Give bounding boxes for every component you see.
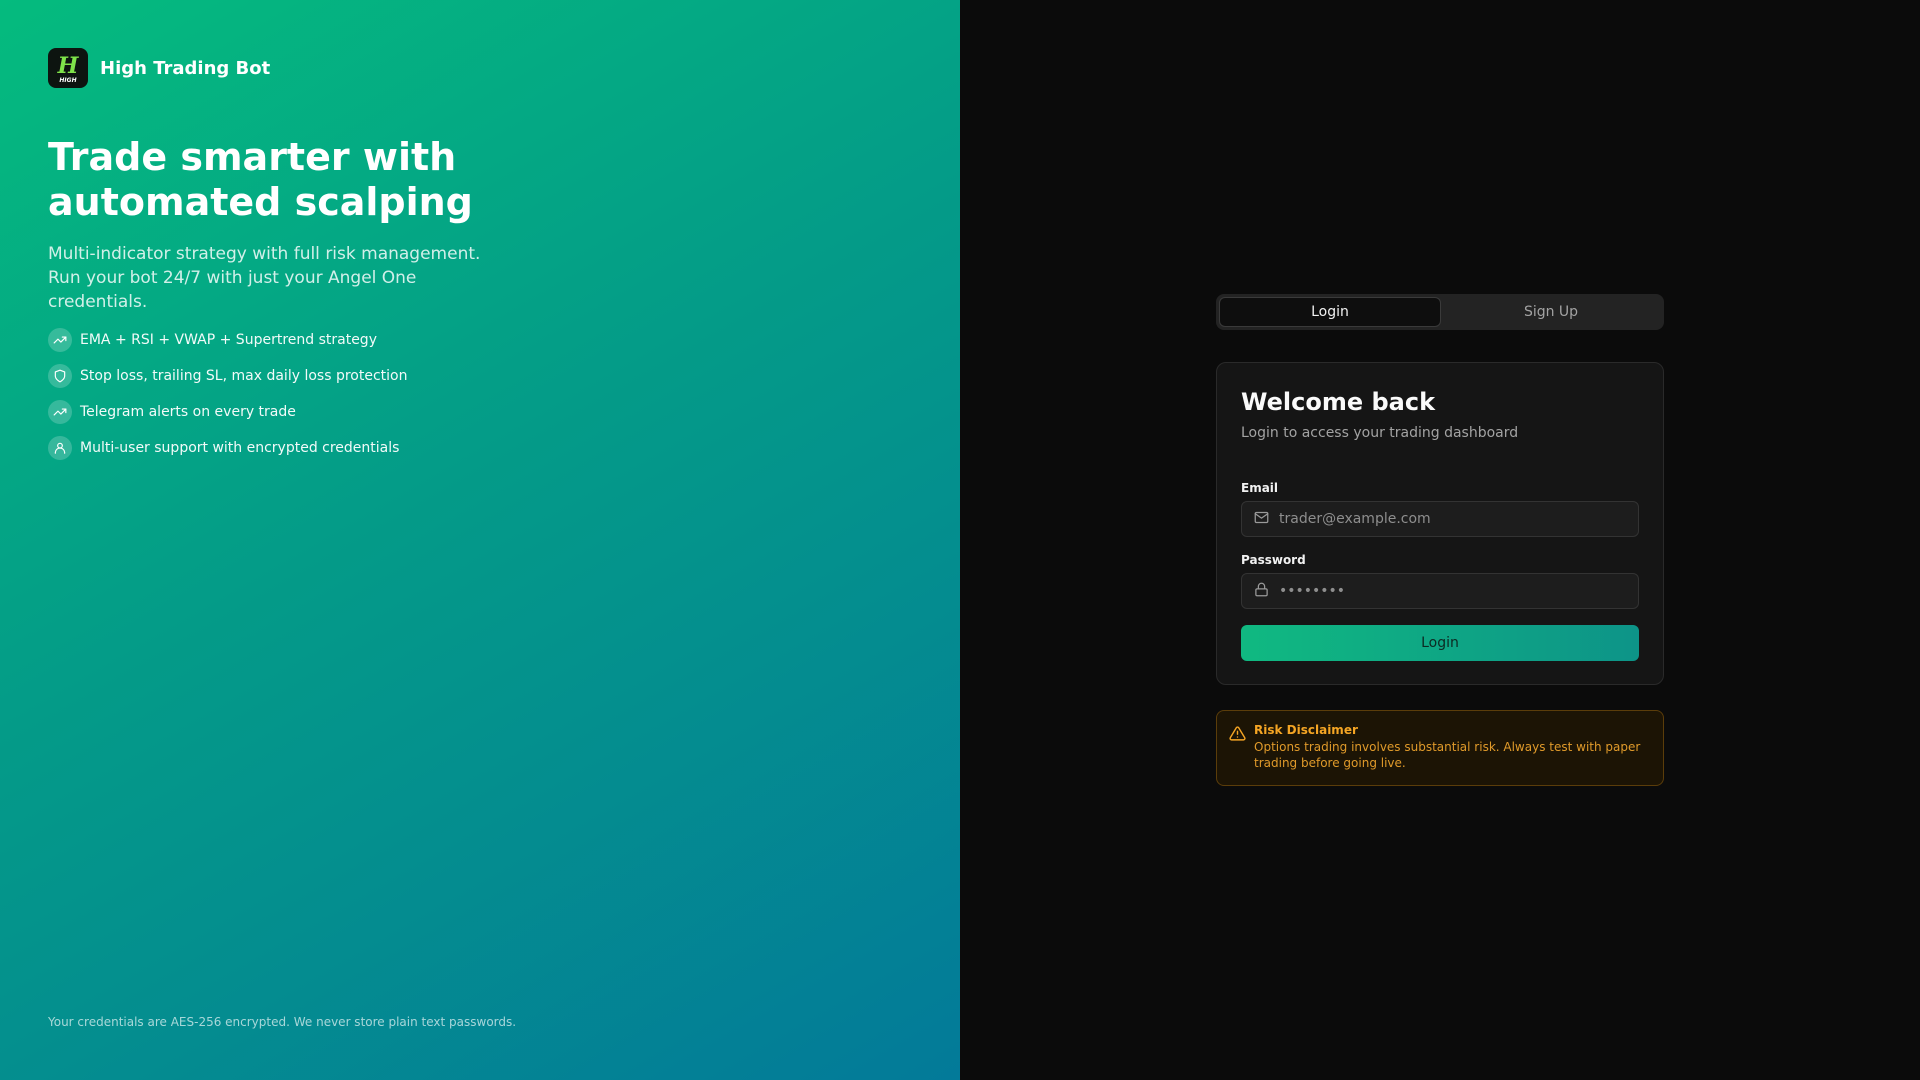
password-field[interactable] — [1279, 583, 1629, 599]
feature-item: Multi-user support with encrypted creden… — [48, 430, 407, 466]
email-field[interactable] — [1279, 511, 1629, 527]
tab-signup[interactable]: Sign Up — [1441, 297, 1661, 327]
disclaimer-title: Risk Disclaimer — [1254, 723, 1358, 737]
auth-panel: Login Sign Up Welcome back Login to acce… — [960, 0, 1920, 1080]
card-title: Welcome back — [1241, 388, 1436, 416]
feature-item: Stop loss, trailing SL, max daily loss p… — [48, 358, 407, 394]
trending-up-icon — [48, 400, 72, 424]
login-card: Welcome back Login to access your tradin… — [1216, 362, 1664, 685]
logo-subtext: HIGH — [59, 77, 77, 84]
feature-text: EMA + RSI + VWAP + Supertrend strategy — [80, 332, 377, 348]
shield-icon — [48, 364, 72, 388]
password-label: Password — [1241, 553, 1306, 567]
brand-name: High Trading Bot — [100, 57, 271, 79]
brand-logo: H HIGH — [48, 48, 88, 88]
email-label: Email — [1241, 481, 1279, 495]
hero-headline: Trade smarter with automated scalping — [48, 135, 473, 224]
warning-icon — [1229, 723, 1246, 773]
mail-icon — [1254, 510, 1269, 529]
password-field-wrapper — [1241, 573, 1639, 609]
brand[interactable]: H HIGH High Trading Bot — [48, 48, 270, 88]
feature-list: EMA + RSI + VWAP + Supertrend strategy S… — [48, 322, 407, 466]
auth-tabs: Login Sign Up — [1216, 294, 1664, 330]
logo-mark: H — [57, 52, 79, 79]
feature-item: Telegram alerts on every trade — [48, 394, 407, 430]
user-icon — [48, 436, 72, 460]
trending-up-icon — [48, 328, 72, 352]
risk-disclaimer: Risk Disclaimer Options trading involves… — [1216, 710, 1664, 786]
card-subtitle: Login to access your trading dashboard — [1241, 425, 1519, 441]
disclaimer-text: Options trading involves substantial ris… — [1254, 740, 1641, 770]
hero-subline: Multi-indicator strategy with full risk … — [48, 244, 481, 312]
hero-panel: H HIGH High Trading Bot Trade smarter wi… — [0, 0, 960, 1080]
feature-text: Multi-user support with encrypted creden… — [80, 440, 400, 456]
login-button[interactable]: Login — [1241, 625, 1639, 661]
feature-item: EMA + RSI + VWAP + Supertrend strategy — [48, 322, 407, 358]
feature-text: Telegram alerts on every trade — [80, 404, 296, 420]
security-footnote: Your credentials are AES-256 encrypted. … — [48, 1015, 517, 1029]
disclaimer-body: Risk Disclaimer Options trading involves… — [1254, 723, 1654, 773]
lock-icon — [1254, 582, 1269, 601]
tab-login[interactable]: Login — [1219, 297, 1441, 327]
feature-text: Stop loss, trailing SL, max daily loss p… — [80, 368, 408, 384]
email-field-wrapper — [1241, 501, 1639, 537]
